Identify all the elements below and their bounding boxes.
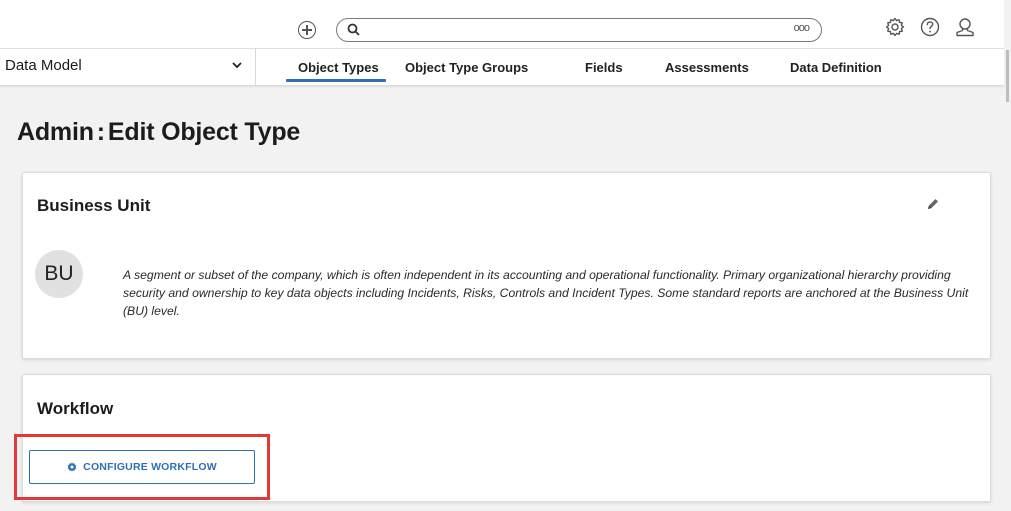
object-type-name: Business Unit — [37, 196, 151, 215]
more-icon[interactable]: ooo — [794, 22, 810, 34]
user-icon[interactable] — [954, 16, 976, 38]
active-tab-indicator — [286, 79, 386, 82]
top-bar: ooo — [0, 0, 1004, 49]
scrollbar[interactable] — [1006, 50, 1009, 102]
configure-workflow-button[interactable]: CONFIGURE WORKFLOW — [29, 450, 255, 484]
tab-object-type-groups[interactable]: Object Type Groups — [405, 60, 528, 75]
help-icon[interactable] — [919, 16, 941, 38]
edit-pencil-icon[interactable] — [926, 197, 940, 211]
workflow-title: Workflow — [37, 399, 114, 418]
object-type-description: A segment or subset of the company, whic… — [123, 268, 969, 318]
search-input[interactable]: ooo — [336, 18, 822, 42]
page-title-separator: : — [96, 118, 105, 146]
add-icon[interactable] — [298, 21, 316, 39]
module-label: Data Model — [5, 57, 82, 74]
tab-fields[interactable]: Fields — [585, 60, 623, 75]
page-title: Admin: Edit Object Type — [17, 118, 300, 147]
page-title-prefix: Admin — [17, 118, 94, 146]
tab-object-types[interactable]: Object Types — [298, 60, 379, 75]
nav-bar: Data Model Object Types Object Type Grou… — [0, 49, 1004, 86]
module-dropdown[interactable]: Data Model — [0, 49, 256, 85]
configure-workflow-label: CONFIGURE WORKFLOW — [83, 461, 217, 473]
page-title-suffix: Edit Object Type — [107, 118, 301, 146]
tab-data-definition[interactable]: Data Definition — [790, 60, 882, 75]
tab-assessments[interactable]: Assessments — [665, 60, 749, 75]
chevron-down-icon — [232, 62, 242, 69]
search-icon — [347, 23, 360, 36]
avatar: BU — [35, 250, 83, 298]
settings-icon[interactable] — [884, 16, 906, 38]
gear-icon — [67, 462, 77, 472]
